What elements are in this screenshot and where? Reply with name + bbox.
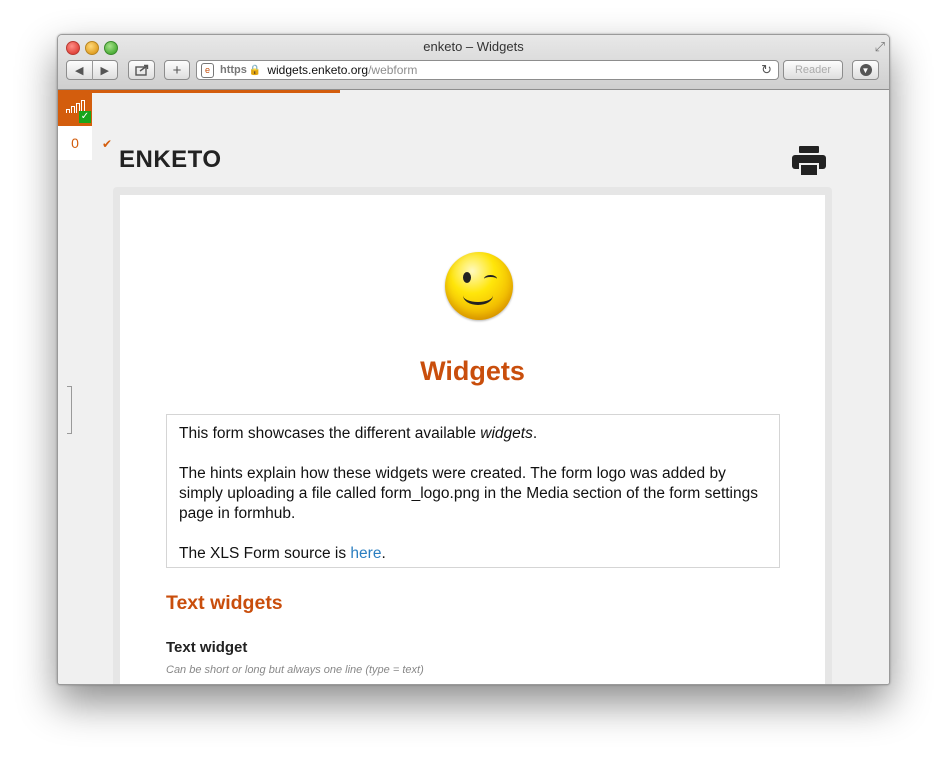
reload-icon[interactable]: ↻ xyxy=(761,62,772,78)
side-handle[interactable] xyxy=(67,386,72,434)
logo-check-icon: ✔ xyxy=(102,137,113,151)
address-bar[interactable]: e https 🔒 widgets.enketo.org /webform ↻ xyxy=(196,60,779,80)
lock-icon: 🔒 xyxy=(248,64,262,76)
browser-toolbar: enketo – Widgets ⤢ ◀ ▶ + e https 🔒 widge… xyxy=(58,35,889,90)
intro-paragraph-1: This form showcases the different availa… xyxy=(179,425,538,442)
loading-progress-bar xyxy=(58,90,340,93)
form-card: Widgets This form showcases the differen… xyxy=(120,195,825,684)
forward-button[interactable]: ▶ xyxy=(93,64,118,77)
fullscreen-icon[interactable]: ⤢ xyxy=(875,39,885,55)
back-button[interactable]: ◀ xyxy=(67,64,92,77)
xls-source-link[interactable]: here xyxy=(350,545,381,562)
section-title-text-widgets: Text widgets xyxy=(166,592,283,614)
url-scheme: https xyxy=(220,64,247,76)
form-title: Widgets xyxy=(420,356,525,386)
share-icon xyxy=(134,64,148,76)
back-forward-buttons: ◀ ▶ xyxy=(66,60,118,80)
window-title: enketo – Widgets xyxy=(423,39,524,54)
intro-paragraph-2: The hints explain how these widgets were… xyxy=(179,465,758,522)
share-button[interactable] xyxy=(128,60,155,80)
intro-paragraph-3: The XLS Form source is here. xyxy=(179,545,386,562)
site-favicon-icon: e xyxy=(201,62,214,78)
download-icon: ▼ xyxy=(859,64,872,76)
print-icon[interactable] xyxy=(792,146,826,176)
url-path: /webform xyxy=(368,63,418,77)
question-label-text-widget: Text widget xyxy=(166,639,248,656)
url-host: widgets.enketo.org xyxy=(267,63,369,77)
form-logo-wink-icon xyxy=(445,252,513,320)
form-intro-note: This form showcases the different availa… xyxy=(166,414,780,568)
downloads-button[interactable]: ▼ xyxy=(852,60,879,80)
connection-status-badge[interactable]: ✓ xyxy=(58,90,92,126)
page-content: ✓ 0 ✔ ENKETO Widgets This form showcases… xyxy=(58,90,889,684)
add-bookmark-button[interactable]: + xyxy=(164,60,190,80)
online-check-icon: ✓ xyxy=(79,111,91,123)
browser-window: enketo – Widgets ⤢ ◀ ▶ + e https 🔒 widge… xyxy=(57,34,890,685)
reader-button[interactable]: Reader xyxy=(783,60,843,80)
enketo-logo: ENKETO xyxy=(119,146,222,173)
question-hint: Can be short or long but always one line… xyxy=(166,664,424,676)
queue-count-badge[interactable]: 0 xyxy=(58,126,92,160)
